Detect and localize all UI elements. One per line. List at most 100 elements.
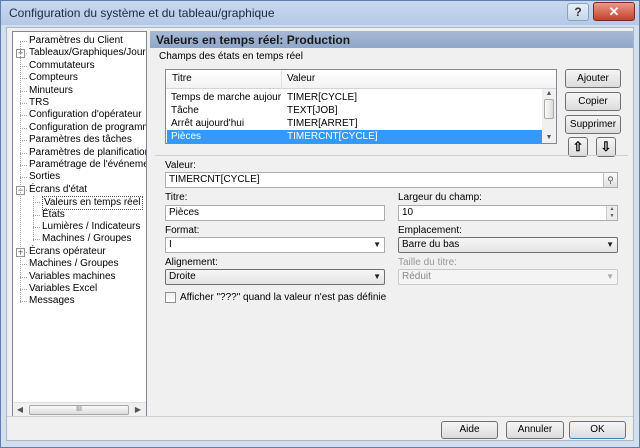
value-input[interactable]: TIMERCNT[CYCLE] ⚲ — [165, 172, 618, 188]
tree-item[interactable]: Tableaux/Graphiques/Journal — [29, 47, 147, 59]
row-value-cell: TIMERCNT[CYCLE] — [287, 131, 378, 142]
scroll-up-icon[interactable]: ▲ — [543, 89, 555, 99]
move-down-icon[interactable]: ⇩ — [596, 137, 616, 157]
tree-item[interactable]: Paramètres de planification — [29, 147, 147, 159]
tree-item-label: Sorties — [29, 171, 61, 182]
row-title-cell: Temps de marche aujourd'hui — [171, 92, 281, 103]
tree-item-label: Écrans opérateur — [29, 246, 106, 257]
table-row[interactable]: Temps de marche aujourd'hui TIMER[CYCLE] — [167, 91, 545, 104]
row-title-cell: Pièces — [171, 131, 202, 142]
tree-item-label: Machines / Groupes — [29, 258, 119, 269]
format-label: Format: — [165, 225, 200, 236]
ok-button[interactable]: OK — [569, 421, 626, 439]
field-width-label: Largeur du champ: — [398, 192, 482, 203]
table-row[interactable]: Tâche TEXT[JOB] — [167, 104, 545, 117]
move-up-icon[interactable]: ⇧ — [568, 137, 588, 157]
table-row[interactable]: Pièces TIMERCNT[CYCLE] — [167, 130, 545, 143]
tree-item[interactable]: TRS — [29, 97, 49, 109]
config-window: Configuration du système et du tableau/g… — [0, 0, 640, 448]
chevron-down-icon: ▼ — [373, 272, 381, 281]
tree-item[interactable]: Machines / Groupes — [29, 258, 119, 270]
tree-item-label: Compteurs — [29, 72, 78, 83]
tree-item[interactable]: États — [42, 209, 65, 221]
tree-item-label: Paramètres des tâches — [29, 134, 132, 145]
tree-item-label: Lumières / Indicateurs — [42, 221, 141, 232]
tree-item-label: Messages — [29, 295, 75, 306]
scroll-left-icon[interactable]: ◀ — [14, 404, 26, 416]
show-undefined-label[interactable]: Afficher "???" quand la valeur n'est pas… — [180, 292, 386, 303]
tree-item-label: Configuration d'opérateur — [29, 109, 142, 120]
section-divider — [155, 155, 628, 156]
tree-item-label: Variables machines — [29, 271, 116, 282]
row-value-cell: TIMER[CYCLE] — [287, 92, 358, 103]
tree-item[interactable]: Commutateurs — [29, 60, 95, 72]
tree-item-label: Paramètres de planification — [29, 147, 147, 158]
tree-item-label: Configuration de programme — [29, 122, 147, 133]
close-button[interactable]: ✕ — [593, 2, 635, 21]
delete-button[interactable]: Supprimer — [565, 115, 621, 134]
scroll-thumb[interactable]: III — [29, 405, 129, 415]
table-scroll-thumb[interactable] — [544, 99, 554, 119]
tree-horizontal-scrollbar[interactable]: ◀ III ▶ — [13, 402, 146, 416]
copy-button[interactable]: Copier — [565, 92, 621, 111]
settings-tree[interactable]: ◀ III ▶ Paramètres du Client + Tableaux/Gr… — [12, 31, 147, 417]
tree-item[interactable]: Messages — [29, 295, 75, 307]
scroll-right-icon[interactable]: ▶ — [132, 404, 144, 416]
field-width-spinner[interactable]: 10 ▲ ▼ — [398, 205, 618, 221]
tree-item-label: TRS — [29, 97, 49, 108]
tree-item[interactable]: Configuration d'opérateur — [29, 109, 142, 121]
tree-item[interactable]: Valeurs en temps réel — [42, 196, 143, 210]
column-header-title[interactable]: Titre — [172, 73, 192, 84]
tree-item[interactable]: Paramètres du Client — [29, 35, 123, 47]
location-select[interactable]: Barre du bas ▼ — [398, 237, 618, 253]
tree-item[interactable]: Minuteurs — [29, 85, 73, 97]
window-title: Configuration du système et du tableau/g… — [9, 6, 275, 20]
tree-item[interactable]: Variables machines — [29, 271, 116, 283]
tree-item-label: États — [42, 209, 65, 220]
title-size-select: Réduit ▼ — [398, 269, 618, 285]
value-label: Valeur: — [165, 160, 196, 171]
row-value-cell: TEXT[JOB] — [287, 105, 338, 116]
tree-item[interactable]: Lumières / Indicateurs — [42, 221, 140, 233]
realtime-fields-table[interactable]: Titre Valeur Temps de marche aujourd'hui… — [165, 69, 557, 144]
panel-title: Valeurs en temps réel: Production — [156, 33, 351, 47]
alignment-select[interactable]: Droite ▼ — [165, 269, 385, 285]
tree-item-label: Minuteurs — [29, 85, 73, 96]
chevron-down-icon: ▼ — [606, 272, 614, 281]
fields-section-label: Champs des états en temps réel — [159, 51, 303, 62]
realtime-values-panel: Valeurs en temps réel: Production Champs… — [150, 31, 633, 417]
browse-icon[interactable]: ⚲ — [603, 173, 617, 187]
tree-item[interactable]: Machines / Groupes — [42, 233, 132, 245]
tree-item[interactable]: Écrans d'état — [29, 184, 87, 196]
title-label: Titre: — [165, 192, 188, 203]
show-undefined-checkbox[interactable] — [165, 292, 176, 303]
cancel-button[interactable]: Annuler — [506, 421, 564, 439]
spin-down-icon[interactable]: ▼ — [606, 213, 617, 220]
row-value-cell: TIMER[ARRET] — [287, 118, 358, 129]
title-input[interactable]: Pièces — [165, 205, 385, 221]
help-title-button[interactable]: ? — [567, 3, 589, 21]
chevron-down-icon: ▼ — [373, 240, 381, 249]
add-button[interactable]: Ajouter — [565, 69, 621, 88]
tree-item[interactable]: Variables Excel — [29, 283, 97, 295]
help-button[interactable]: Aide — [441, 421, 498, 439]
tree-item[interactable]: Compteurs — [29, 72, 78, 84]
tree-item[interactable]: Paramétrage de l'événement — [29, 159, 147, 171]
column-header-value[interactable]: Valeur — [287, 73, 315, 84]
tree-item[interactable]: Configuration de programme — [29, 122, 147, 134]
panel-header: Valeurs en temps réel: Production — [150, 31, 633, 48]
spin-up-icon[interactable]: ▲ — [606, 206, 617, 213]
title-size-label: Taille du titre: — [398, 257, 457, 268]
scroll-down-icon[interactable]: ▼ — [543, 133, 555, 143]
table-row[interactable]: Arrêt aujourd'hui TIMER[ARRET] — [167, 117, 545, 130]
tree-item[interactable]: Sorties — [29, 171, 60, 183]
tree-item-label: Paramétrage de l'événement — [29, 159, 147, 170]
tree-item-label: Tableaux/Graphiques/Journal — [29, 47, 147, 58]
tree-item[interactable]: Paramètres des tâches — [29, 134, 132, 146]
tree-item-label: Variables Excel — [29, 283, 98, 294]
title-bar[interactable]: Configuration du système et du tableau/g… — [1, 1, 639, 25]
dialog-body: ◀ III ▶ Paramètres du Client + Tableaux/Gr… — [6, 27, 634, 441]
table-vertical-scrollbar[interactable]: ▲ ▼ — [542, 89, 556, 143]
format-combo[interactable]: I ▼ — [165, 237, 385, 253]
tree-item[interactable]: Écrans opérateur — [29, 246, 106, 258]
